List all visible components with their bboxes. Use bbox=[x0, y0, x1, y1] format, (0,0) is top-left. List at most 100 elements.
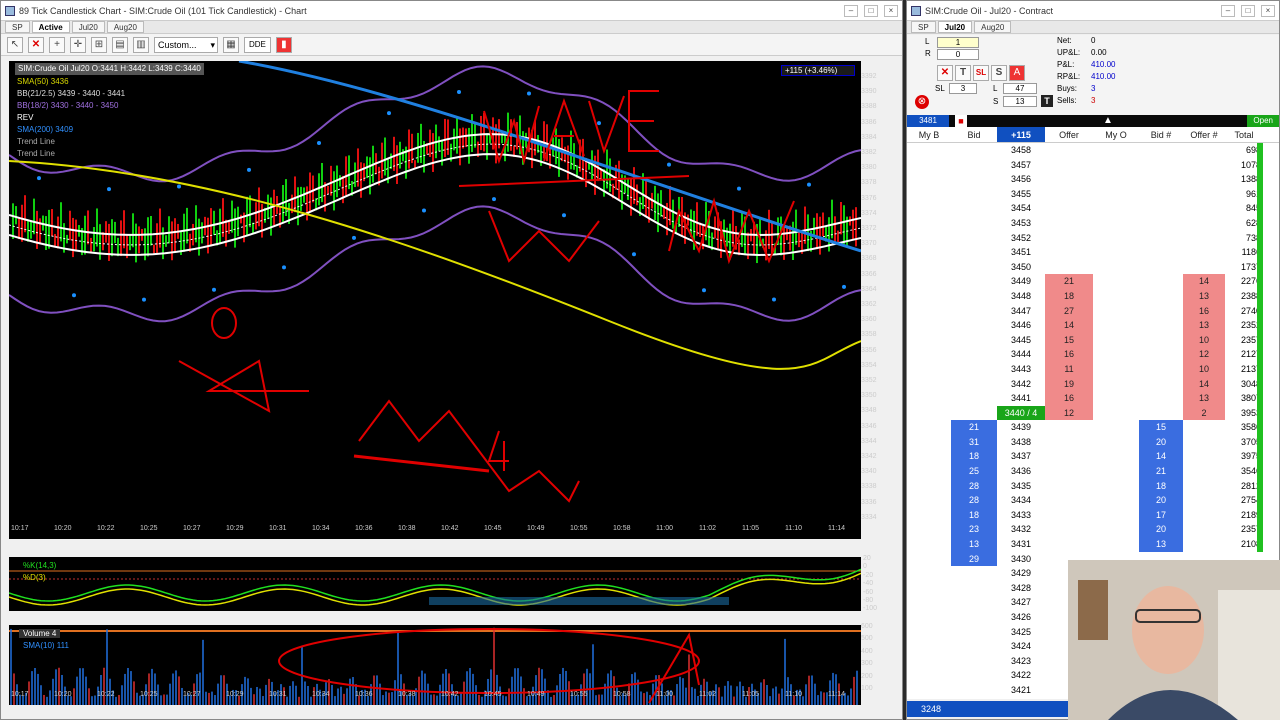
price-cell[interactable]: 3435 bbox=[997, 479, 1045, 494]
bid-count-cell[interactable]: 18 bbox=[1139, 478, 1183, 494]
my-bid-cell[interactable] bbox=[907, 683, 951, 698]
price-cell[interactable]: 3458 bbox=[997, 143, 1045, 158]
offer-cell[interactable] bbox=[1045, 464, 1093, 479]
my-offer-cell[interactable] bbox=[1093, 493, 1139, 508]
price-cell[interactable]: 3448 bbox=[997, 289, 1045, 304]
my-bid-cell[interactable] bbox=[907, 479, 951, 494]
offer-cell[interactable]: 16 bbox=[1045, 391, 1093, 406]
my-offer-cell[interactable] bbox=[1093, 420, 1139, 435]
bid-count-cell[interactable] bbox=[1139, 347, 1183, 362]
bid-cell[interactable] bbox=[951, 625, 997, 640]
my-bid-cell[interactable] bbox=[907, 668, 951, 683]
my-bid-cell[interactable] bbox=[907, 449, 951, 464]
ladder-row[interactable]: 3454 845 bbox=[907, 201, 1279, 216]
offer-count-cell[interactable]: 12 bbox=[1183, 347, 1225, 362]
bid-count-cell[interactable] bbox=[1139, 391, 1183, 406]
offer-count-cell[interactable] bbox=[1183, 201, 1225, 216]
my-offer-cell[interactable] bbox=[1093, 464, 1139, 479]
tab-active[interactable]: Active bbox=[31, 21, 70, 33]
my-offer-cell[interactable] bbox=[1093, 143, 1139, 158]
oscillator-panel[interactable] bbox=[8, 557, 862, 611]
my-bid-cell[interactable] bbox=[907, 464, 951, 479]
bid-count-cell[interactable]: 17 bbox=[1139, 507, 1183, 523]
my-offer-cell[interactable] bbox=[1093, 289, 1139, 304]
dde-button[interactable]: DDE bbox=[244, 36, 271, 53]
bid-cell[interactable]: 13 bbox=[951, 537, 997, 552]
crosshair-global-icon[interactable]: ✛ bbox=[70, 36, 86, 53]
price-cell[interactable]: 3422 bbox=[997, 668, 1045, 683]
bid-count-cell[interactable] bbox=[1139, 333, 1183, 348]
offer-count-cell[interactable]: 13 bbox=[1183, 318, 1225, 333]
my-bid-cell[interactable] bbox=[907, 187, 951, 202]
offer-count-cell[interactable] bbox=[1183, 172, 1225, 187]
price-cell[interactable]: 3455 bbox=[997, 187, 1045, 202]
bid-cell[interactable] bbox=[951, 289, 997, 304]
bid-count-cell[interactable] bbox=[1139, 216, 1183, 231]
chart-type-icon[interactable]: ▥ bbox=[133, 36, 149, 53]
my-offer-cell[interactable] bbox=[1093, 435, 1139, 450]
my-bid-cell[interactable] bbox=[907, 304, 951, 319]
price-cell[interactable]: 3430 bbox=[997, 552, 1045, 567]
my-bid-cell[interactable] bbox=[907, 391, 951, 406]
price-cell[interactable]: 3450 bbox=[997, 260, 1045, 275]
offer-cell[interactable] bbox=[1045, 537, 1093, 552]
qty-r-input[interactable]: 0 bbox=[937, 49, 979, 60]
price-cell[interactable]: 3456 bbox=[997, 172, 1045, 187]
offer-count-cell[interactable]: 16 bbox=[1183, 303, 1225, 319]
my-offer-cell[interactable] bbox=[1093, 347, 1139, 362]
offer-cell[interactable] bbox=[1045, 435, 1093, 450]
bid-cell[interactable] bbox=[951, 639, 997, 654]
ladder-row[interactable]: 3441 16 13 3807 bbox=[907, 391, 1279, 406]
close-icon[interactable]: × bbox=[884, 4, 898, 17]
bid-cell[interactable] bbox=[951, 187, 997, 202]
ladder-row[interactable]: 3451 1186 bbox=[907, 245, 1279, 260]
column-header[interactable]: Bid # bbox=[1139, 127, 1183, 142]
ladder-row[interactable]: 3449 21 14 2276 bbox=[907, 274, 1279, 289]
bid-cell[interactable] bbox=[951, 158, 997, 173]
alert-icon[interactable]: ▮ bbox=[275, 36, 292, 53]
my-bid-cell[interactable] bbox=[907, 172, 951, 187]
ladder-row[interactable]: 13 3431 13 2108 bbox=[907, 537, 1279, 552]
my-bid-cell[interactable] bbox=[907, 552, 951, 567]
ladder-row[interactable]: 28 3434 20 2754 bbox=[907, 493, 1279, 508]
my-bid-cell[interactable] bbox=[907, 566, 951, 581]
offer-count-cell[interactable] bbox=[1183, 158, 1225, 173]
price-cell[interactable]: 3454 bbox=[997, 201, 1045, 216]
bid-count-cell[interactable]: 13 bbox=[1139, 537, 1183, 552]
bid-cell[interactable] bbox=[951, 274, 997, 289]
bid-cell[interactable] bbox=[951, 595, 997, 610]
bid-count-cell[interactable] bbox=[1139, 274, 1183, 289]
bid-cell[interactable]: 28 bbox=[951, 493, 997, 508]
offer-cell[interactable] bbox=[1045, 216, 1093, 231]
ladder-row[interactable]: 3444 16 12 2127 bbox=[907, 347, 1279, 362]
offer-count-cell[interactable] bbox=[1183, 245, 1225, 260]
price-cell[interactable]: 3425 bbox=[997, 625, 1045, 640]
offer-count-cell[interactable] bbox=[1183, 464, 1225, 479]
tab-sp[interactable]: SP bbox=[911, 21, 936, 33]
price-cell[interactable]: 3433 bbox=[997, 508, 1045, 523]
my-bid-cell[interactable] bbox=[907, 435, 951, 450]
my-bid-cell[interactable] bbox=[907, 231, 951, 246]
column-header[interactable]: Bid bbox=[951, 127, 997, 142]
offer-count-cell[interactable] bbox=[1183, 449, 1225, 464]
column-header[interactable]: My O bbox=[1093, 127, 1139, 142]
offer-count-cell[interactable]: 10 bbox=[1183, 332, 1225, 348]
ladder-row[interactable]: 28 3435 18 2812 bbox=[907, 478, 1279, 494]
ladder-row[interactable]: 3442 19 14 3048 bbox=[907, 376, 1279, 392]
column-header[interactable]: Offer # bbox=[1183, 127, 1225, 142]
crosshair-icon[interactable]: + bbox=[49, 36, 65, 53]
my-offer-cell[interactable] bbox=[1093, 537, 1139, 552]
t-icon[interactable]: T bbox=[1041, 95, 1053, 107]
my-offer-cell[interactable] bbox=[1093, 158, 1139, 173]
offer-cell[interactable] bbox=[1045, 260, 1093, 275]
my-offer-cell[interactable] bbox=[1093, 391, 1139, 406]
bid-cell[interactable] bbox=[951, 231, 997, 246]
my-offer-cell[interactable] bbox=[1093, 187, 1139, 202]
ladder-row[interactable]: 3440 / 4 12 2 3953 bbox=[907, 405, 1279, 421]
price-cell[interactable]: 3446 bbox=[997, 318, 1045, 333]
ladder-row[interactable]: 3458 698 bbox=[907, 143, 1279, 158]
my-offer-cell[interactable] bbox=[1093, 245, 1139, 260]
ladder-row[interactable]: 3456 1388 bbox=[907, 172, 1279, 187]
my-bid-cell[interactable] bbox=[907, 289, 951, 304]
offer-count-cell[interactable]: 13 bbox=[1183, 391, 1225, 406]
